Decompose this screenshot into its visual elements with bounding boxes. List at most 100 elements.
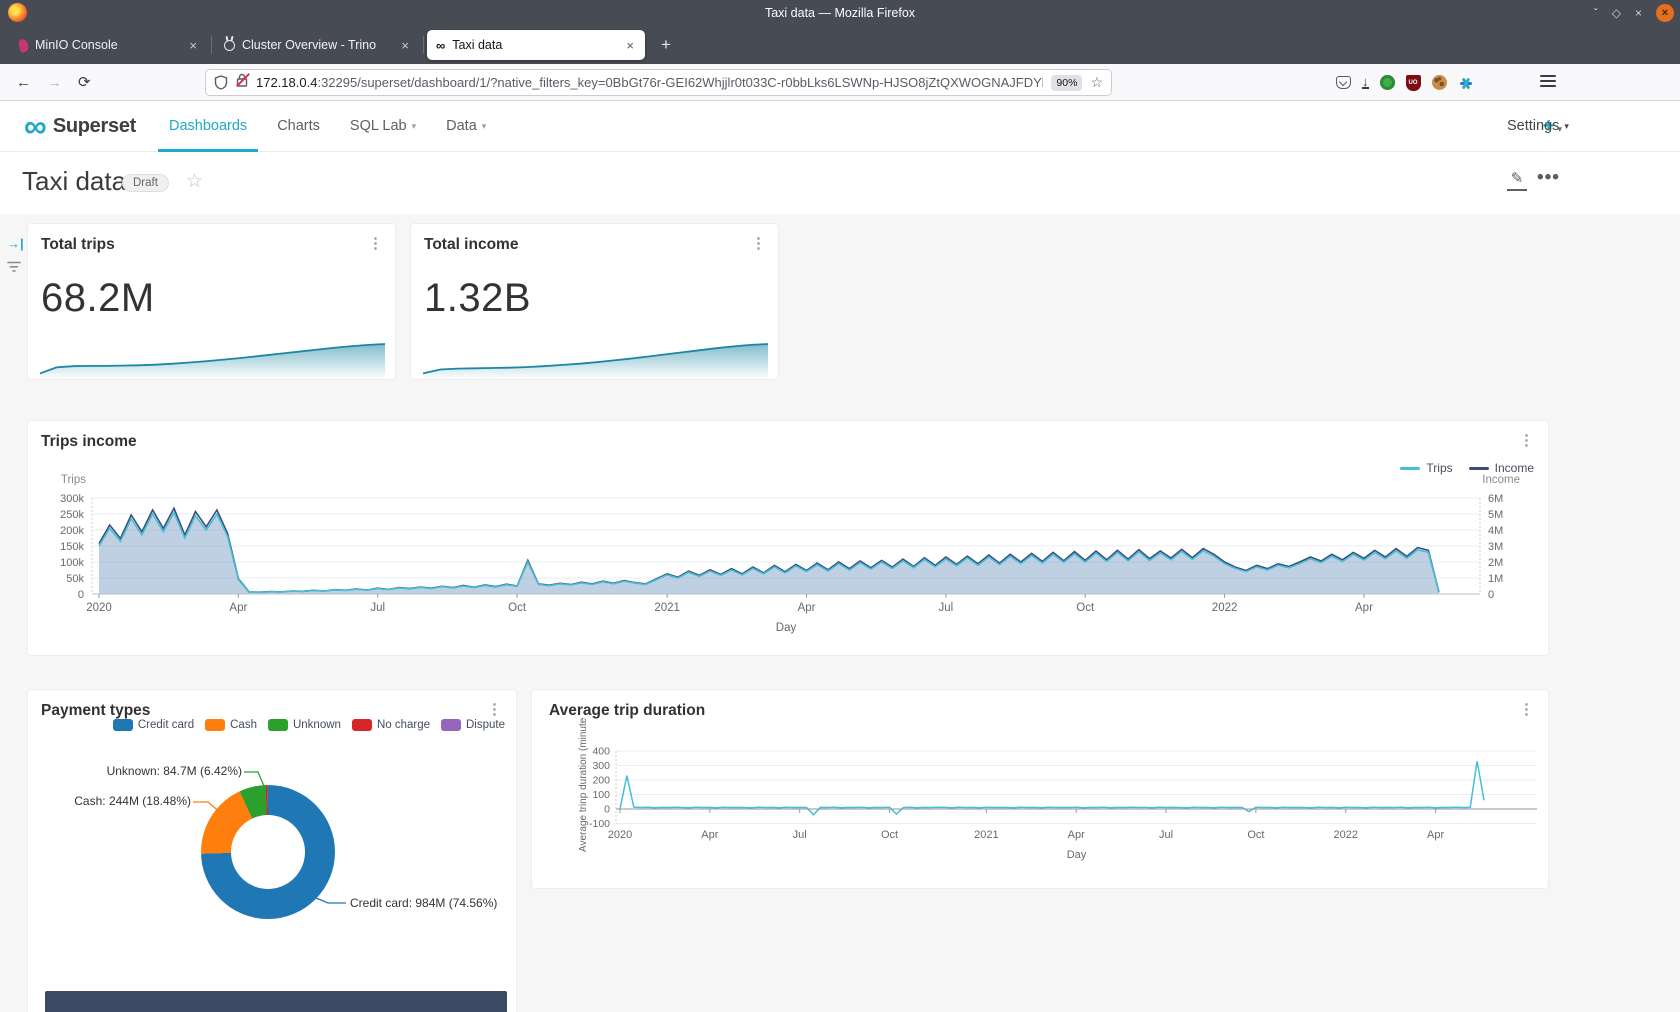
url-path: :32295/superset/dashboard/1/?native_filt… bbox=[317, 75, 1043, 90]
browser-tab-taxi-data[interactable]: ∞Taxi data× bbox=[427, 30, 645, 60]
close-icon[interactable]: × bbox=[1635, 7, 1642, 19]
svg-text:Income: Income bbox=[1482, 474, 1520, 486]
avg-trip-duration-panel[interactable]: Average trip duration ⋮ Average trinp du… bbox=[531, 689, 1549, 889]
superset-navbar: ∞ Superset DashboardsChartsSQL Lab▾Data▾… bbox=[0, 101, 1680, 152]
legend-item-cash[interactable]: Cash bbox=[205, 719, 257, 731]
svg-text:200k: 200k bbox=[60, 525, 84, 537]
svg-text:50k: 50k bbox=[66, 573, 84, 585]
svg-text:Jul: Jul bbox=[939, 602, 954, 614]
url-text[interactable]: 172.18.0.4:32295/superset/dashboard/1/?n… bbox=[256, 75, 1043, 90]
nav-item-label: Data bbox=[446, 118, 477, 134]
back-button[interactable]: ← bbox=[16, 74, 31, 91]
nav-item-label: Dashboards bbox=[169, 118, 247, 134]
favorite-star-icon[interactable]: ☆ bbox=[186, 170, 203, 193]
svg-text:2020: 2020 bbox=[608, 829, 632, 841]
superset-logo[interactable]: ∞ Superset bbox=[24, 113, 136, 139]
kebab-menu-icon[interactable]: ⋮ bbox=[368, 234, 383, 252]
svg-text:200: 200 bbox=[592, 775, 610, 787]
cookie-extension-icon[interactable] bbox=[1432, 75, 1447, 90]
close-window-button[interactable]: × bbox=[1656, 4, 1674, 22]
dashboard-menu-button[interactable]: ••• bbox=[1537, 167, 1560, 189]
trips-income-panel[interactable]: Trips income ⋮ TripsIncome 300k6M250k5M2… bbox=[27, 420, 1549, 656]
svg-text:100k: 100k bbox=[60, 557, 84, 569]
svg-text:Apr: Apr bbox=[1355, 602, 1373, 614]
firefox-icon bbox=[8, 3, 27, 22]
legend-swatch bbox=[352, 719, 372, 731]
chart-title: Payment types bbox=[41, 702, 150, 720]
privacy-badger-icon[interactable] bbox=[1380, 75, 1395, 90]
legend-swatch bbox=[113, 719, 133, 731]
dashboard-body: →| Total trips ⋮ 68.2M Total income ⋮ 1.… bbox=[0, 214, 1680, 1012]
restore-window-icon[interactable]: ◇ bbox=[1612, 7, 1621, 19]
legend-item-dispute[interactable]: Dispute bbox=[441, 719, 505, 731]
menu-button[interactable] bbox=[1540, 75, 1556, 90]
edit-dashboard-button[interactable]: ✎ bbox=[1507, 169, 1527, 191]
dashboard-header: Taxi data Draft ☆ ✎ ••• bbox=[0, 152, 1680, 214]
kebab-menu-icon[interactable]: ⋮ bbox=[487, 700, 502, 718]
svg-text:3M: 3M bbox=[1488, 541, 1503, 553]
zoom-level-badge[interactable]: 90% bbox=[1051, 75, 1082, 91]
settings-menu[interactable]: Settings▾ bbox=[1507, 118, 1569, 134]
browser-tab-cluster-overview-trino[interactable]: Cluster Overview - Trino× bbox=[215, 30, 420, 60]
reload-button[interactable]: ⟳ bbox=[78, 73, 91, 91]
tab-bar: MinIO Console×Cluster Overview - Trino×∞… bbox=[0, 26, 1680, 64]
svg-text:2022: 2022 bbox=[1334, 829, 1358, 841]
legend-item-no-charge[interactable]: No charge bbox=[352, 719, 430, 731]
shield-icon[interactable] bbox=[214, 75, 228, 90]
bookmark-star-icon[interactable]: ☆ bbox=[1090, 74, 1103, 91]
svg-text:Jul: Jul bbox=[793, 829, 807, 841]
legend-item-unknown[interactable]: Unknown bbox=[268, 719, 341, 731]
nav-item-label: SQL Lab bbox=[350, 118, 407, 134]
filter-funnel-icon[interactable] bbox=[7, 260, 21, 278]
new-tab-button[interactable]: + bbox=[655, 35, 677, 55]
browser-tab-minio-console[interactable]: MinIO Console × bbox=[10, 30, 208, 60]
screenshot-root: Taxi data — Mozilla Firefox ˇ ◇ × × MinI… bbox=[0, 0, 1680, 1012]
avg-trip-duration-chart: 4003002001000-1002020AprJulOct2021AprJul… bbox=[532, 690, 1548, 888]
url-bar[interactable]: 172.18.0.4:32295/superset/dashboard/1/?n… bbox=[205, 69, 1112, 96]
url-host: 172.18.0.4 bbox=[256, 75, 317, 90]
total-trips-card[interactable]: Total trips ⋮ 68.2M bbox=[27, 223, 396, 380]
total-trips-sparkline bbox=[40, 342, 385, 378]
svg-text:Oct: Oct bbox=[881, 829, 898, 841]
window-title: Taxi data — Mozilla Firefox bbox=[0, 6, 1680, 20]
extension-asterisk-icon[interactable] bbox=[1458, 75, 1474, 91]
caret-down-icon: ▾ bbox=[1564, 121, 1569, 132]
expand-filter-bar-button[interactable]: →| bbox=[7, 236, 24, 251]
nav-item-charts[interactable]: Charts bbox=[262, 101, 335, 152]
tab-close-icon[interactable]: × bbox=[187, 38, 199, 53]
window-titlebar: Taxi data — Mozilla Firefox ˇ ◇ × × bbox=[0, 0, 1680, 26]
legend-swatch bbox=[441, 719, 461, 731]
nav-item-dashboards[interactable]: Dashboards bbox=[154, 101, 262, 152]
total-income-card[interactable]: Total income ⋮ 1.32B bbox=[410, 223, 779, 380]
svg-text:Apr: Apr bbox=[798, 602, 816, 614]
tab-close-icon[interactable]: × bbox=[399, 38, 411, 53]
forward-button[interactable]: → bbox=[47, 74, 62, 91]
payment-types-donut[interactable] bbox=[201, 785, 335, 919]
svg-text:400: 400 bbox=[592, 746, 610, 758]
legend-label: Cash bbox=[230, 719, 257, 731]
tab-title: MinIO Console bbox=[35, 38, 180, 52]
legend-swatch bbox=[268, 719, 288, 731]
pocket-icon[interactable] bbox=[1336, 76, 1351, 89]
svg-text:2021: 2021 bbox=[654, 602, 680, 614]
svg-text:Apr: Apr bbox=[229, 602, 247, 614]
svg-text:Apr: Apr bbox=[701, 829, 718, 841]
tab-close-icon[interactable]: × bbox=[624, 38, 636, 53]
tab-divider bbox=[423, 36, 424, 54]
nav-item-sql-lab[interactable]: SQL Lab▾ bbox=[335, 101, 431, 152]
kebab-menu-icon[interactable]: ⋮ bbox=[751, 234, 766, 252]
legend-item-credit-card[interactable]: Credit card bbox=[113, 719, 194, 731]
svg-text:4M: 4M bbox=[1488, 525, 1503, 537]
ublock-icon[interactable]: UO bbox=[1406, 75, 1421, 91]
minio-icon bbox=[17, 37, 30, 52]
nav-item-data[interactable]: Data▾ bbox=[431, 101, 501, 152]
download-icon[interactable]: ↓ bbox=[1362, 76, 1369, 89]
superset-icon: ∞ bbox=[436, 39, 445, 52]
chevron-down-icon[interactable]: ˇ bbox=[1594, 7, 1598, 19]
svg-text:150k: 150k bbox=[60, 541, 84, 553]
svg-text:1M: 1M bbox=[1488, 573, 1503, 585]
insecure-lock-icon[interactable] bbox=[236, 73, 248, 92]
payment-types-panel[interactable]: Payment types ⋮ Credit card Cash Unknown No… bbox=[27, 689, 517, 1012]
svg-text:Apr: Apr bbox=[1068, 829, 1085, 841]
page-title: Taxi data bbox=[22, 166, 126, 197]
